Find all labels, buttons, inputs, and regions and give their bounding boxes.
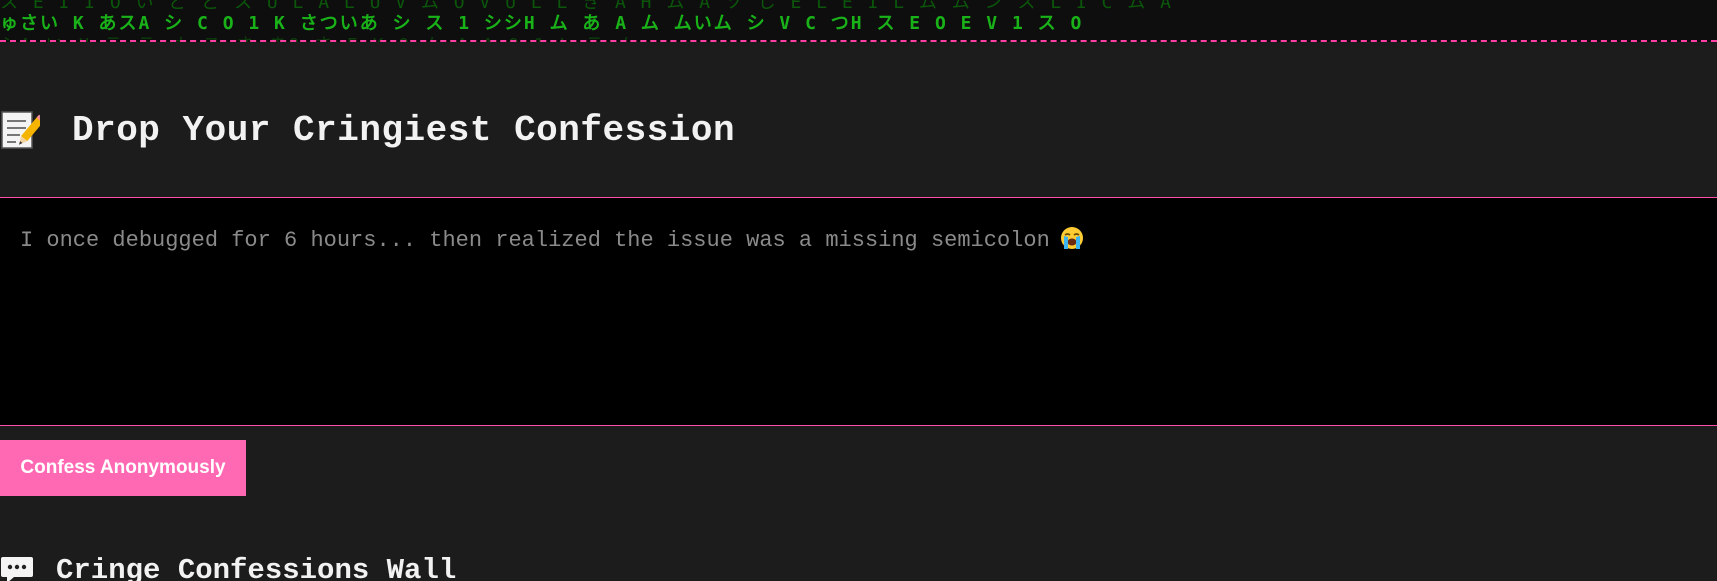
wall-title: Cringe Confessions Wall: [56, 553, 457, 581]
confession-form-heading: Drop Your Cringiest Confession: [0, 100, 735, 160]
placeholder-text: I once debugged for 6 hours... then real…: [20, 228, 1050, 253]
page: ス E I I O い ど ど ス U L A L U V ム O V U L …: [0, 0, 1717, 581]
dashed-divider: [0, 40, 1717, 42]
confession-placeholder: I once debugged for 6 hours... then real…: [20, 226, 1084, 253]
page-title: Drop Your Cringiest Confession: [72, 109, 736, 151]
memo-icon: [0, 108, 46, 152]
loudly-crying-face-icon: [1060, 226, 1084, 250]
confessions-wall-heading: Cringe Confessions Wall: [0, 550, 456, 581]
matrix-rain-background: ス E I I O い ど ど ス U L A L U V ム O V U L …: [0, 0, 1717, 42]
confession-textarea[interactable]: I once debugged for 6 hours... then real…: [0, 197, 1717, 426]
confess-anonymously-button[interactable]: Confess Anonymously: [0, 440, 246, 496]
speech-balloon-icon: [0, 555, 34, 581]
